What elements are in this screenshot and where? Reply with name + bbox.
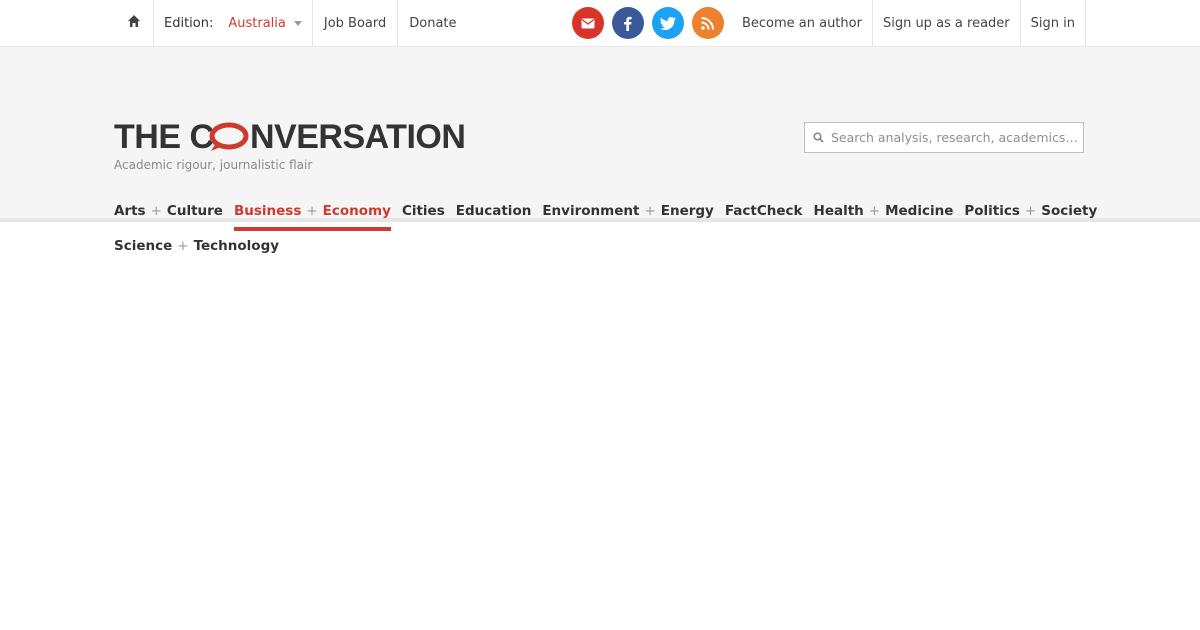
nav-row: Arts + Culture Business + Economy Cities Edu…	[114, 199, 1097, 231]
nav-separator: +	[868, 203, 881, 219]
nav-label: Medicine	[885, 203, 954, 219]
search-icon	[813, 128, 824, 147]
nav-label: Health	[813, 203, 864, 219]
top-bar-inner: Edition: Australia Job Board Donate Beco…	[114, 0, 1086, 46]
nav-label: Technology	[193, 238, 280, 254]
nav-separator: +	[644, 203, 656, 219]
nav-item-politics-society[interactable]: Politics + Society	[964, 203, 1097, 219]
become-author-link[interactable]: Become an author	[732, 0, 873, 46]
nav-separator: +	[150, 203, 162, 219]
nav-separator: +	[1024, 203, 1037, 219]
edition-label: Edition:	[164, 15, 214, 31]
nav-item-factcheck[interactable]: FactCheck	[725, 203, 803, 219]
search-placeholder: Search analysis, research, academics…	[831, 130, 1078, 145]
nav-label: Science	[114, 238, 173, 254]
nav-label: Politics	[964, 203, 1020, 219]
nav-label: Business	[233, 203, 302, 219]
nav-label: Energy	[660, 203, 714, 219]
rss-icon[interactable]	[691, 7, 724, 39]
nav-row: Science + Technology	[114, 234, 1094, 258]
social-links	[571, 0, 732, 46]
nav-label: Society	[1041, 203, 1098, 219]
facebook-icon[interactable]	[611, 7, 644, 39]
edition-value: Australia	[228, 15, 286, 31]
nav-item-environment-energy[interactable]: Environment + Energy	[542, 203, 714, 219]
nav-item-business-economy[interactable]: Business + Economy	[233, 203, 391, 231]
job-board-link[interactable]: Job Board	[313, 0, 399, 46]
home-icon	[127, 14, 141, 32]
site-header: THE C NVERSATION Academic rigour, journa…	[0, 47, 1200, 254]
main-content	[0, 222, 1200, 626]
nav-label: Environment	[542, 203, 640, 219]
nav-item-cities[interactable]: Cities	[402, 203, 445, 219]
home-button[interactable]	[114, 0, 154, 46]
search-input[interactable]: Search analysis, research, academics…	[804, 122, 1084, 153]
sign-up-reader-link[interactable]: Sign up as a reader	[873, 0, 1021, 46]
email-icon[interactable]	[571, 7, 604, 39]
site-tagline: Academic rigour, journalistic flair	[114, 158, 313, 172]
edition-selector[interactable]: Edition: Australia	[154, 0, 313, 46]
nav-separator: +	[177, 238, 189, 254]
site-logo[interactable]: THE C NVERSATION	[114, 119, 466, 155]
svg-text:NVERSATION: NVERSATION	[250, 119, 465, 155]
nav-label: Economy	[322, 203, 391, 219]
donate-link[interactable]: Donate	[398, 0, 467, 46]
nav-item-science-technology[interactable]: Science + Technology	[114, 238, 279, 254]
sign-in-link[interactable]: Sign in	[1021, 0, 1086, 46]
nav-item-education[interactable]: Education	[456, 203, 532, 219]
chevron-down-icon	[293, 21, 302, 26]
svg-text:THE C: THE C	[114, 119, 214, 155]
nav-separator: +	[306, 203, 318, 219]
nav-item-arts-culture[interactable]: Arts + Culture	[114, 203, 223, 219]
logo-wordmark: THE C NVERSATION	[114, 119, 466, 155]
top-bar: Edition: Australia Job Board Donate Beco…	[0, 0, 1200, 47]
nav-label: Arts	[114, 203, 146, 219]
section-nav: Arts + Culture Business + Economy Cities Edu…	[114, 199, 1097, 258]
nav-item-health-medicine[interactable]: Health + Medicine	[814, 203, 954, 219]
nav-label: Culture	[166, 203, 223, 219]
twitter-icon[interactable]	[651, 7, 684, 39]
